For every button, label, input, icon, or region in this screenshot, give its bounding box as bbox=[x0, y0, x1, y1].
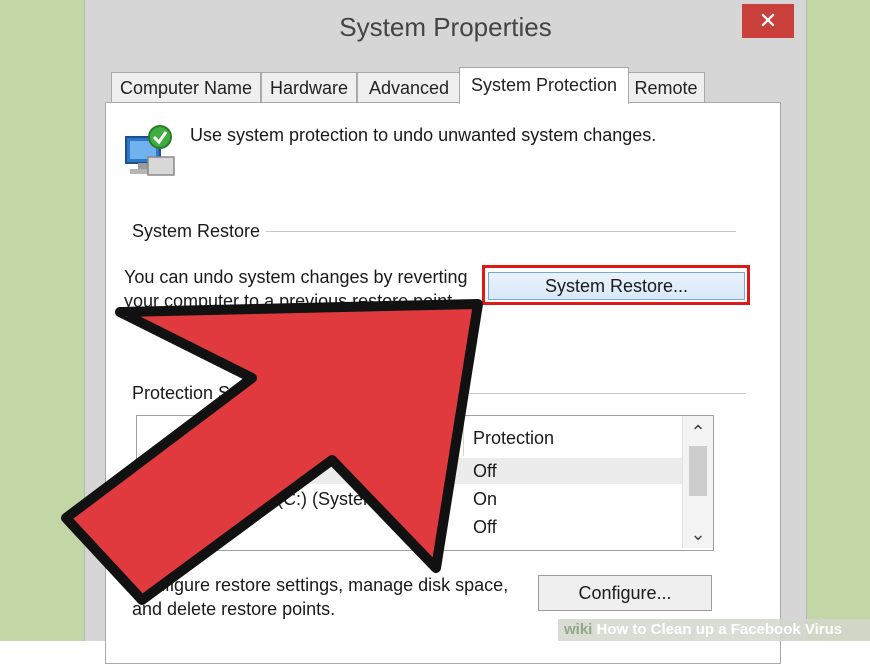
watermark-brand: wiki bbox=[564, 621, 593, 638]
configure-description: Configure restore settings, manage disk … bbox=[132, 575, 509, 619]
background-right bbox=[805, 0, 870, 641]
tab-advanced[interactable]: Advanced bbox=[357, 72, 461, 103]
drive-icon bbox=[155, 467, 177, 479]
group-divider bbox=[266, 231, 736, 232]
wikihow-watermark: wiki How to Clean up a Facebook Virus bbox=[558, 619, 870, 641]
background-left bbox=[0, 0, 84, 641]
system-protection-panel: Use system protection to undo unwanted s… bbox=[105, 102, 781, 664]
drive-name: WINDOWS (C:) (System) bbox=[181, 489, 384, 509]
drive-name: Local Disk (D:) bbox=[181, 461, 300, 481]
protection-settings-group-label: Protection Settings bbox=[132, 383, 284, 403]
scroll-down-icon[interactable]: ⌄ bbox=[683, 524, 713, 546]
window-title: System Properties bbox=[339, 12, 552, 42]
column-separator bbox=[463, 422, 464, 456]
drive-icon bbox=[155, 523, 177, 535]
tab-system-protection[interactable]: System Protection bbox=[459, 67, 629, 104]
intro-text: Use system protection to undo unwanted s… bbox=[190, 125, 657, 145]
drive-name: Drive bbox=[181, 517, 224, 537]
system-restore-button[interactable]: System Restore... bbox=[488, 272, 745, 300]
list-scrollbar[interactable]: ⌃ ⌄ bbox=[682, 416, 713, 548]
system-restore-group-label: System Restore bbox=[132, 221, 261, 241]
tab-hardware[interactable]: Hardware bbox=[261, 72, 357, 103]
watermark-text: How to Clean up a Facebook Virus bbox=[596, 621, 843, 638]
configure-button[interactable]: Configure... bbox=[538, 575, 712, 611]
protection-status: On bbox=[473, 489, 498, 509]
system-restore-description: You can undo system changes by reverting… bbox=[124, 267, 468, 311]
system-properties-window: System Properties ✕ Computer Name Hardwa… bbox=[84, 0, 807, 664]
scroll-thumb[interactable] bbox=[689, 446, 707, 496]
group-divider bbox=[306, 393, 746, 394]
tab-remote[interactable]: Remote bbox=[627, 72, 705, 103]
protection-status: Off bbox=[473, 461, 497, 481]
tab-computer-name[interactable]: Computer Name bbox=[111, 72, 261, 103]
title-bar: System Properties ✕ bbox=[85, 0, 806, 60]
column-header-protection[interactable]: Protection bbox=[473, 428, 554, 449]
protection-status: Off bbox=[473, 517, 497, 537]
scroll-up-icon[interactable]: ⌃ bbox=[683, 422, 713, 444]
close-button[interactable]: ✕ bbox=[742, 4, 794, 38]
system-protection-icon bbox=[125, 125, 175, 176]
windows-drive-icon bbox=[155, 493, 177, 507]
protection-settings-list[interactable]: Protection Local Disk (D:) Off WINDOWS (… bbox=[136, 415, 714, 551]
